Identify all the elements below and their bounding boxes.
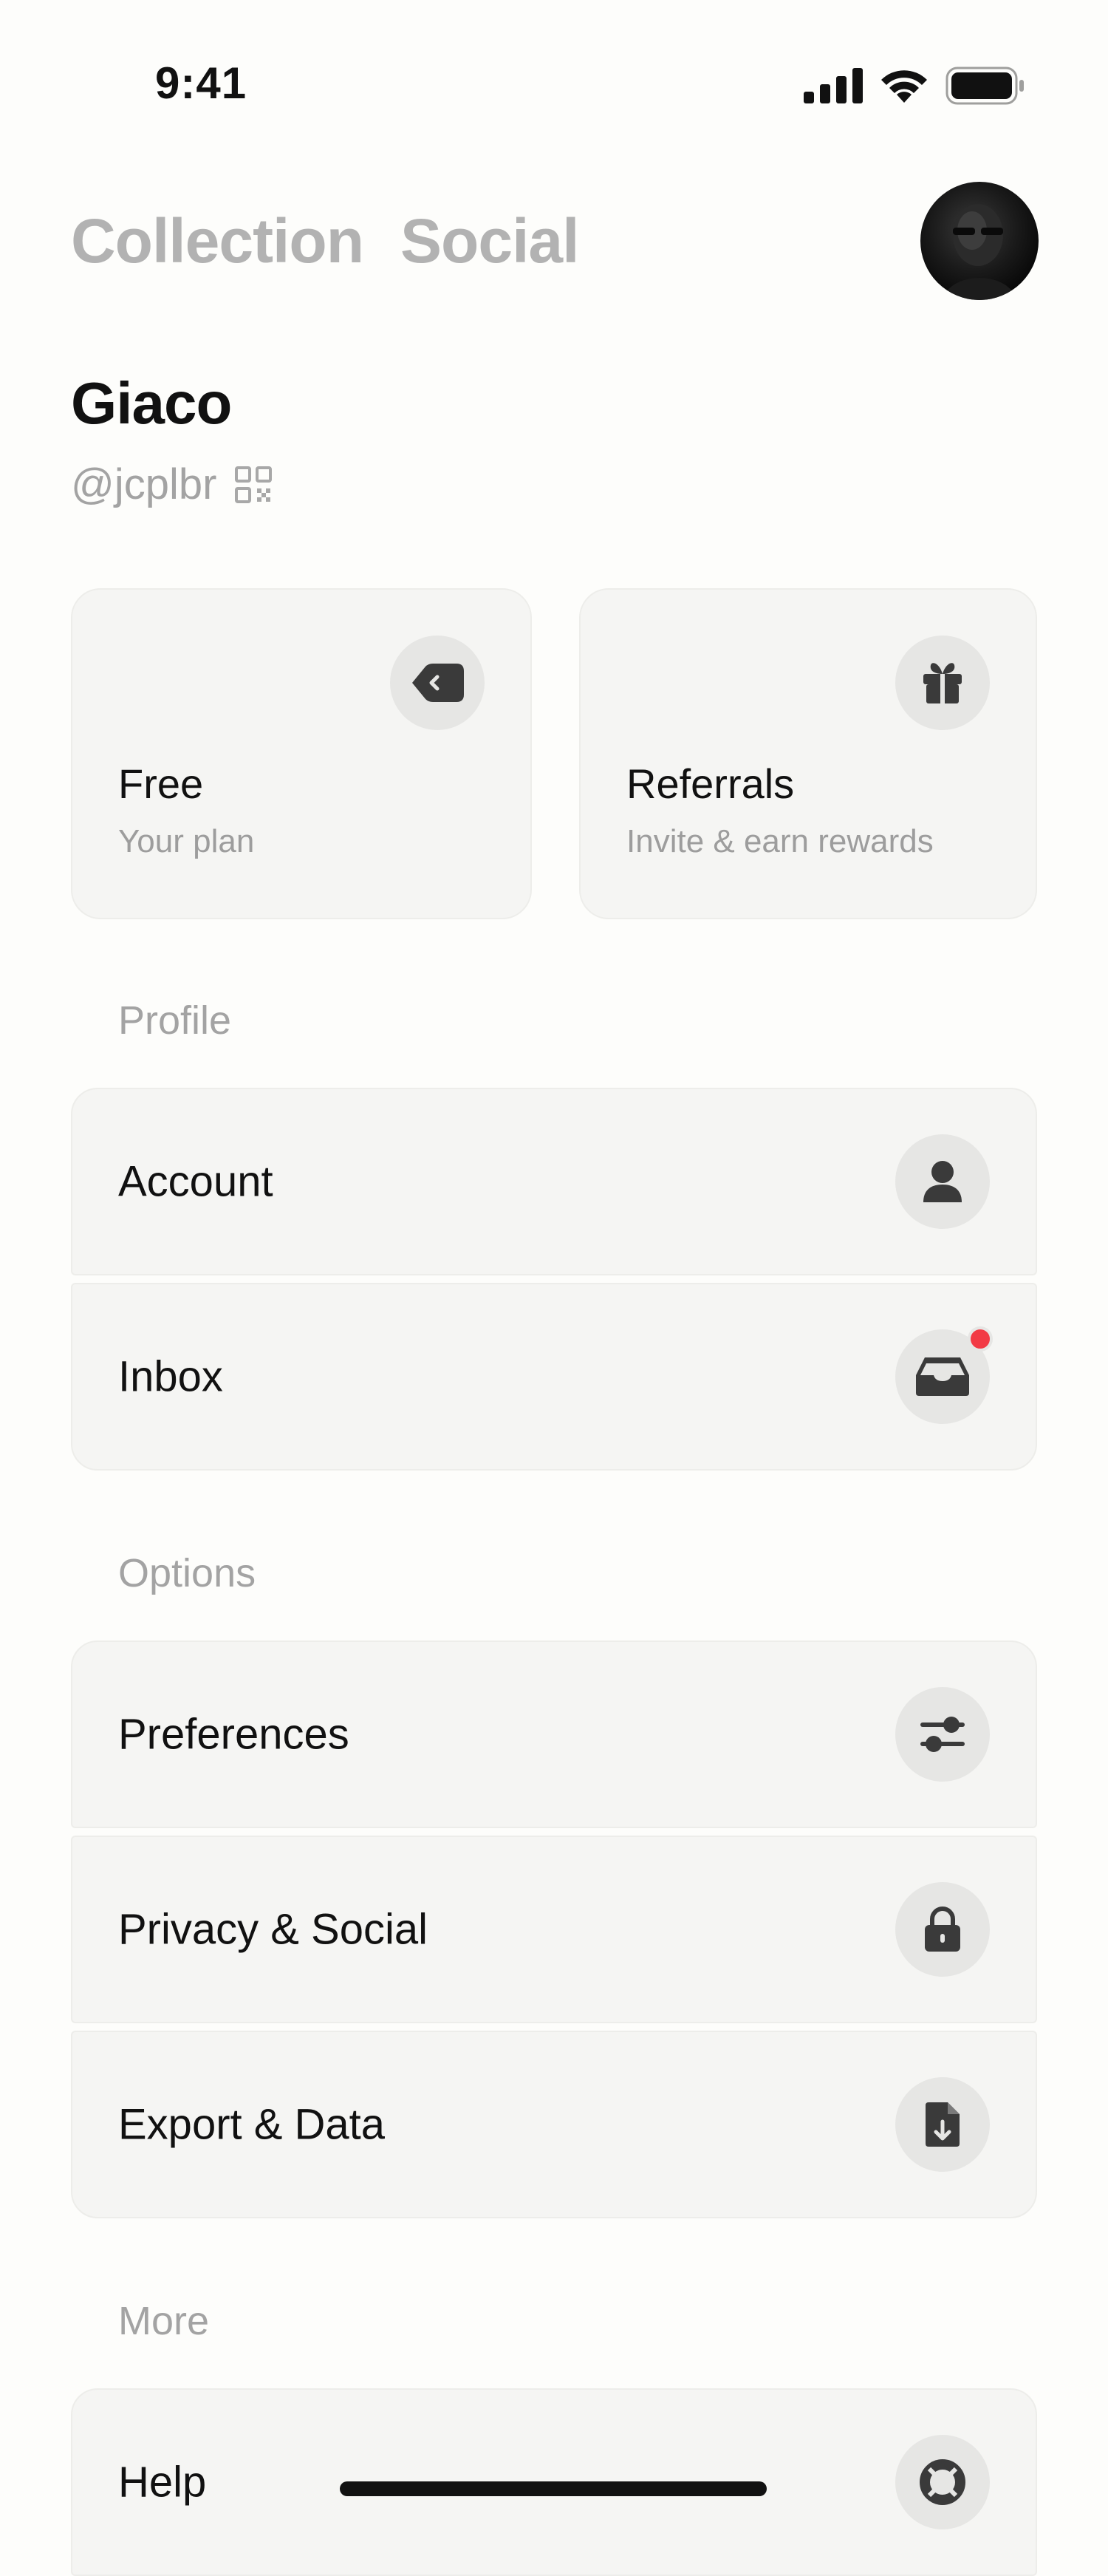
section-header-options: Options xyxy=(118,1551,256,1595)
referrals-subtitle: Invite & earn rewards xyxy=(626,823,934,859)
row-label: Privacy & Social xyxy=(118,1905,428,1954)
user-handle-row: @jcplbr xyxy=(71,460,273,509)
row-account[interactable]: Account xyxy=(71,1088,1037,1275)
referrals-card[interactable]: Referrals Invite & earn rewards xyxy=(579,588,1037,919)
privacy-icon-circle xyxy=(895,1882,990,1977)
notification-badge xyxy=(968,1326,993,1352)
tag-icon xyxy=(412,664,464,702)
plan-title: Free xyxy=(118,760,204,807)
lifebuoy-icon xyxy=(920,2459,965,2505)
preferences-icon-circle xyxy=(895,1687,990,1782)
status-time: 9:41 xyxy=(155,58,247,108)
plan-subtitle: Your plan xyxy=(118,823,255,859)
export-icon-circle xyxy=(895,2077,990,2172)
row-export-data[interactable]: Export & Data xyxy=(71,2031,1037,2218)
row-label: Account xyxy=(118,1157,273,1206)
row-privacy-social[interactable]: Privacy & Social xyxy=(71,1836,1037,2023)
person-icon xyxy=(923,1161,962,1202)
gift-icon xyxy=(923,663,962,703)
inbox-icon xyxy=(916,1357,969,1396)
section-header-more: More xyxy=(118,2299,210,2343)
row-label: Export & Data xyxy=(118,2100,386,2149)
tab-social[interactable]: Social xyxy=(400,205,579,277)
file-download-icon xyxy=(926,2102,960,2147)
inbox-icon-circle xyxy=(895,1326,993,1424)
referrals-icon-circle xyxy=(895,636,990,730)
avatar-photo xyxy=(943,204,1016,300)
referrals-title: Referrals xyxy=(626,760,795,807)
account-icon-circle xyxy=(895,1134,990,1229)
status-icons xyxy=(804,67,1025,105)
section-header-profile: Profile xyxy=(118,998,232,1043)
status-bar: 9:41 xyxy=(0,0,1108,148)
cellular-signal-icon xyxy=(804,68,863,103)
qr-code-icon[interactable] xyxy=(234,466,273,504)
wifi-icon xyxy=(881,70,927,103)
lock-icon xyxy=(925,1907,960,1952)
battery-icon xyxy=(945,67,1024,105)
plan-icon-circle xyxy=(390,636,485,730)
row-label: Help xyxy=(118,2458,207,2507)
row-label: Preferences xyxy=(118,1710,349,1759)
row-preferences[interactable]: Preferences xyxy=(71,1640,1037,1828)
user-name: Giaco xyxy=(71,370,232,436)
help-icon-circle xyxy=(895,2435,990,2529)
home-indicator[interactable] xyxy=(340,2481,767,2496)
user-handle: @jcplbr xyxy=(71,460,217,508)
plan-card[interactable]: Free Your plan xyxy=(71,588,532,919)
row-inbox[interactable]: Inbox xyxy=(71,1283,1037,1471)
tab-collection[interactable]: Collection xyxy=(71,205,364,277)
avatar[interactable] xyxy=(920,182,1039,300)
sliders-icon xyxy=(920,1717,965,1752)
row-label: Inbox xyxy=(118,1352,223,1401)
top-tabs: Collection Social xyxy=(71,205,579,277)
